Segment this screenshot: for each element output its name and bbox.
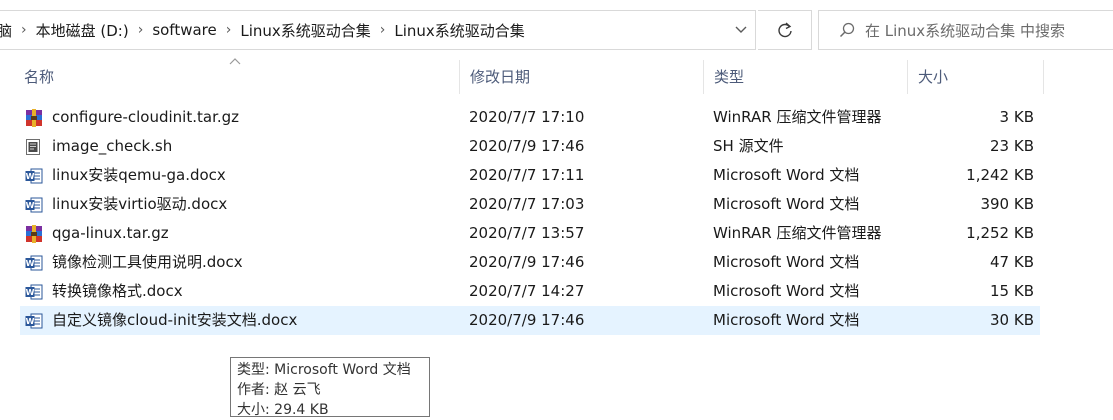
file-date-modified: 2020/7/9 17:46: [469, 253, 585, 271]
file-type: WinRAR 压缩文件管理器: [713, 224, 882, 242]
file-date-modified: 2020/7/7 17:10: [469, 108, 585, 126]
svg-text:W: W: [26, 201, 35, 210]
file-name: image_check.sh: [52, 137, 173, 155]
file-date-modified: 2020/7/9 17:46: [469, 311, 585, 329]
file-size: 23 KB: [990, 137, 1034, 155]
file-row[interactable]: W 转换镜像格式.docx 2020/7/7 14:27 Microsoft Word…: [20, 277, 1040, 306]
word-icon: W: [25, 190, 43, 219]
file-row[interactable]: Wlinux安装qemu-ga.docx 2020/7/7 17:11 Micros…: [20, 161, 1040, 190]
file-name: linux安装virtio驱动.docx: [52, 195, 228, 213]
file-name: configure-cloudinit.tar.gz: [52, 108, 240, 126]
breadcrumb-drive-d[interactable]: 本地磁盘 (D:): [36, 20, 129, 41]
search-icon: [839, 22, 855, 38]
column-header-row: 名称 修改日期 类型 大小: [0, 60, 1044, 94]
file-size: 3 KB: [999, 108, 1034, 126]
file-type: Microsoft Word 文档: [713, 166, 860, 184]
word-icon: W: [25, 161, 43, 190]
search-placeholder[interactable]: 在 Linux系统驱动合集 中搜索: [865, 20, 1065, 41]
svg-text:W: W: [26, 172, 35, 181]
sort-ascending-icon: [229, 58, 241, 65]
file-name: 镜像检测工具使用说明.docx: [52, 253, 243, 271]
file-size: 15 KB: [990, 282, 1034, 300]
file-name: 自定义镜像cloud-init安装文档.docx: [52, 311, 298, 329]
breadcrumb-software[interactable]: software: [152, 21, 216, 39]
file-row[interactable]: qga-linux.tar.gz 2020/7/7 13:57 WinRAR 压缩文…: [20, 219, 1040, 248]
file-type: Microsoft Word 文档: [713, 253, 860, 271]
file-size: 390 KB: [980, 195, 1034, 213]
breadcrumb-linux-drivers-parent[interactable]: Linux系统驱动合集: [240, 20, 370, 41]
tooltip-author-line: 作者: 赵 云飞: [237, 382, 321, 398]
file-row[interactable]: W 自定义镜像cloud-init安装文档.docx 2020/7/9 17:46 M…: [20, 306, 1040, 335]
file-size: 47 KB: [990, 253, 1034, 271]
file-type: Microsoft Word 文档: [713, 311, 860, 329]
address-bar[interactable]: 脑 › 本地磁盘 (D:) › software › Linux系统驱动合集 ›…: [0, 10, 756, 50]
svg-text:W: W: [26, 259, 35, 268]
tooltip-size-line: 大小: 29.4 KB: [237, 402, 329, 418]
file-row[interactable]: Wlinux安装virtio驱动.docx 2020/7/7 17:03 Micro…: [20, 190, 1040, 219]
column-header-size[interactable]: 大小: [908, 60, 1044, 94]
file-type: Microsoft Word 文档: [713, 195, 860, 213]
file-date-modified: 2020/7/9 17:46: [469, 137, 585, 155]
file-name: qga-linux.tar.gz: [52, 224, 169, 242]
winrar-icon: [25, 219, 43, 248]
svg-text:W: W: [26, 317, 35, 326]
chevron-down-icon: [735, 26, 747, 33]
word-icon: W: [25, 306, 43, 335]
file-name: linux安装qemu-ga.docx: [52, 166, 226, 184]
file-row[interactable]: configure-cloudinit.tar.gz 2020/7/7 17:10…: [20, 103, 1040, 132]
search-box[interactable]: 在 Linux系统驱动合集 中搜索: [818, 10, 1113, 50]
breadcrumb-separator[interactable]: ›: [380, 22, 386, 38]
breadcrumb-separator[interactable]: ›: [138, 22, 144, 38]
breadcrumb-this-pc[interactable]: 脑: [0, 20, 12, 41]
script-file-icon: [25, 132, 43, 161]
file-size: 1,252 KB: [966, 224, 1034, 242]
column-header-type[interactable]: 类型: [704, 60, 908, 94]
breadcrumb-separator[interactable]: ›: [226, 22, 232, 38]
breadcrumb-separator[interactable]: ›: [21, 22, 27, 38]
file-date-modified: 2020/7/7 17:11: [469, 166, 585, 184]
file-row[interactable]: W 镜像检测工具使用说明.docx 2020/7/9 17:46 Microsoft …: [20, 248, 1040, 277]
winrar-icon: [25, 103, 43, 132]
breadcrumb-linux-drivers-current[interactable]: Linux系统驱动合集: [394, 20, 524, 41]
file-type: WinRAR 压缩文件管理器: [713, 108, 882, 126]
file-type: Microsoft Word 文档: [713, 282, 860, 300]
column-header-name[interactable]: 名称: [14, 60, 460, 94]
file-row[interactable]: image_check.sh 2020/7/9 17:46 SH 源文件 23 KB: [20, 132, 1040, 161]
word-icon: W: [25, 248, 43, 277]
file-type: SH 源文件: [713, 137, 784, 155]
file-size: 1,242 KB: [966, 166, 1034, 184]
file-size: 30 KB: [990, 311, 1034, 329]
word-icon: W: [25, 277, 43, 306]
address-history-button[interactable]: [726, 10, 756, 50]
column-header-date[interactable]: 修改日期: [460, 60, 704, 94]
file-date-modified: 2020/7/7 13:57: [469, 224, 585, 242]
svg-text:W: W: [26, 288, 35, 297]
file-info-tooltip: 类型: Microsoft Word 文档 作者: 赵 云飞 大小: 29.4 …: [230, 357, 430, 418]
refresh-button[interactable]: [758, 10, 812, 50]
file-date-modified: 2020/7/7 17:03: [469, 195, 585, 213]
tooltip-type-line: 类型: Microsoft Word 文档: [237, 362, 411, 378]
refresh-icon: [777, 22, 792, 38]
file-date-modified: 2020/7/7 14:27: [469, 282, 585, 300]
file-name: 转换镜像格式.docx: [52, 282, 183, 300]
